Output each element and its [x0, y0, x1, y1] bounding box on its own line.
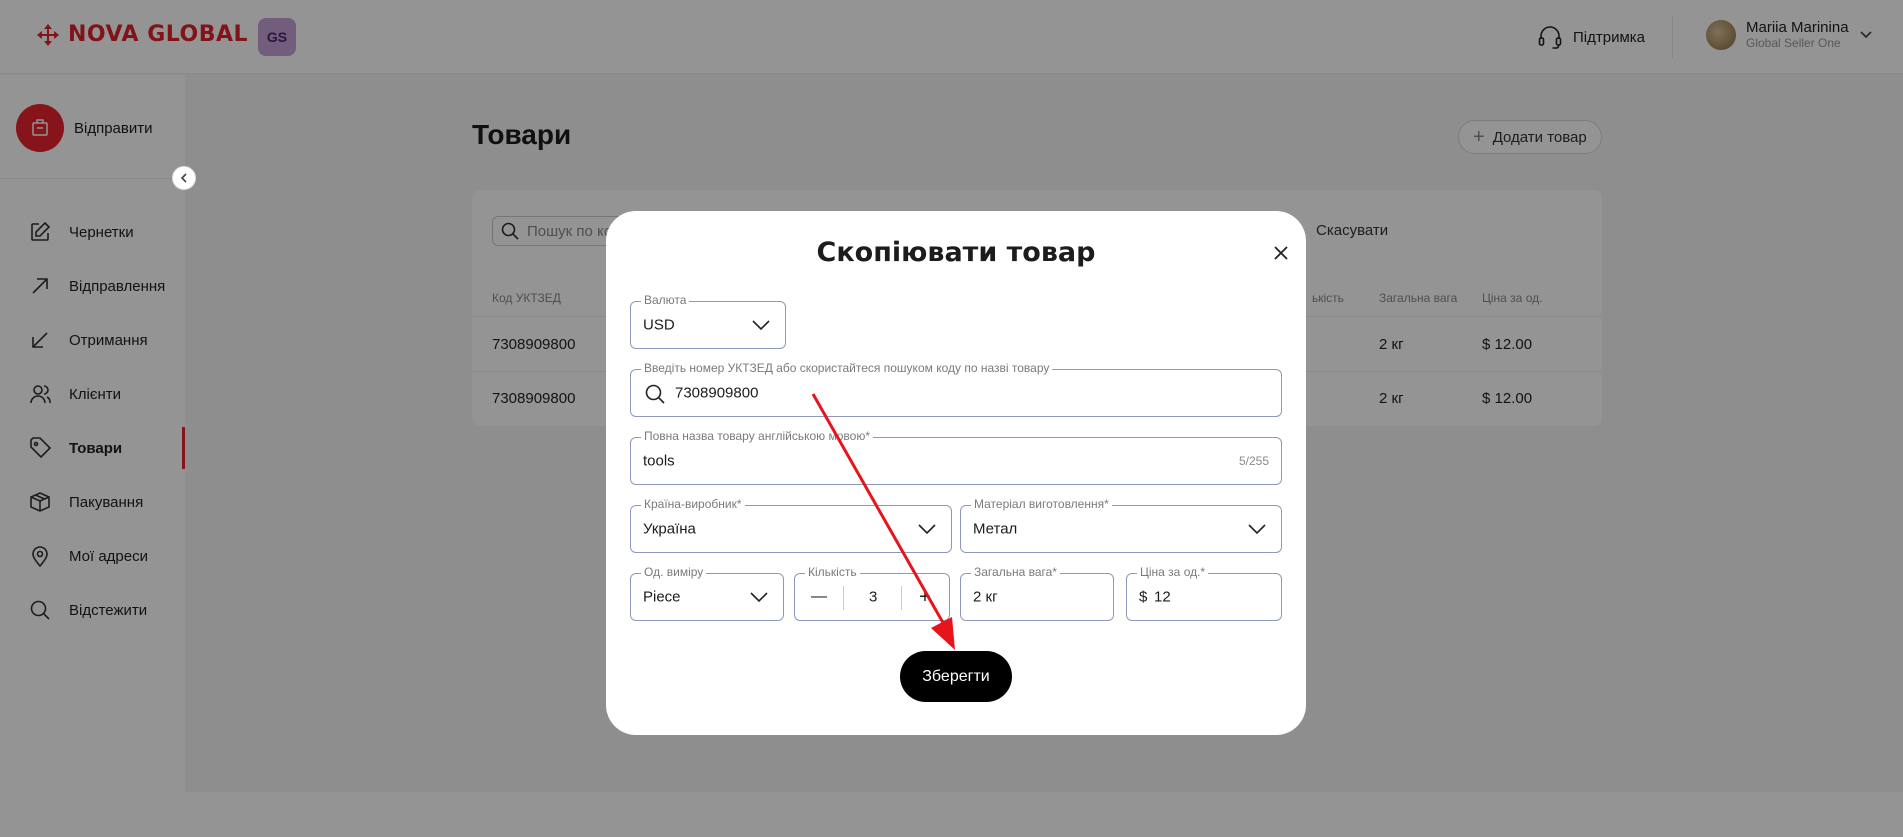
search-icon: [645, 384, 665, 404]
save-button[interactable]: Зберегти: [900, 651, 1012, 702]
stepper-divider: [843, 586, 844, 610]
increment-button[interactable]: +: [905, 574, 945, 620]
chevron-left-icon: [180, 173, 187, 183]
product-name-field[interactable]: Повна назва товару англійською мовою* to…: [630, 429, 1282, 485]
currency-select[interactable]: Валюта USD: [630, 293, 786, 349]
decrement-button[interactable]: —: [799, 574, 839, 620]
weight-value: 2 кг: [973, 588, 998, 606]
unit-label: Од. виміру: [641, 565, 707, 579]
country-select[interactable]: Країна-виробник* Україна: [630, 497, 952, 553]
product-name-label: Повна назва товару англійською мовою*: [641, 429, 873, 443]
quantity-stepper[interactable]: Кількість — 3 +: [794, 565, 950, 621]
copy-product-modal: Скопіювати товар Валюта USD Введіть номе…: [606, 211, 1306, 735]
stepper-divider: [901, 586, 902, 610]
hs-code-value: 7308909800: [675, 384, 759, 402]
unit-value: Piece: [643, 588, 681, 606]
weight-label: Загальна вага*: [971, 565, 1060, 579]
material-select[interactable]: Матеріал виготовлення* Метал: [960, 497, 1282, 553]
quantity-value: 3: [869, 588, 878, 606]
country-value: Україна: [643, 520, 696, 538]
unit-select[interactable]: Од. виміру Piece: [630, 565, 784, 621]
chevron-down-icon: [1248, 524, 1266, 535]
material-label: Матеріал виготовлення*: [971, 497, 1112, 511]
product-name-value: tools: [643, 452, 675, 470]
price-value: 12: [1154, 588, 1171, 606]
currency-label: Валюта: [641, 293, 690, 307]
price-field[interactable]: Ціна за од.* $ 12: [1126, 565, 1282, 621]
hs-code-label: Введіть номер УКТЗЕД або скористайтеся п…: [641, 361, 1053, 375]
price-label: Ціна за од.*: [1137, 565, 1209, 579]
weight-field[interactable]: Загальна вага* 2 кг: [960, 565, 1114, 621]
chevron-down-icon: [752, 320, 770, 331]
currency-value: USD: [643, 316, 675, 334]
material-value: Метал: [973, 520, 1018, 538]
country-label: Країна-виробник*: [641, 497, 745, 511]
close-icon[interactable]: [1270, 242, 1292, 264]
char-counter: 5/255: [1238, 454, 1269, 468]
sidebar-collapse-button[interactable]: [172, 166, 196, 190]
chevron-down-icon: [750, 592, 768, 603]
modal-title: Скопіювати товар: [816, 237, 1096, 268]
hs-code-search-field[interactable]: Введіть номер УКТЗЕД або скористайтеся п…: [630, 361, 1282, 417]
price-currency: $: [1139, 588, 1148, 606]
chevron-down-icon: [918, 524, 936, 535]
